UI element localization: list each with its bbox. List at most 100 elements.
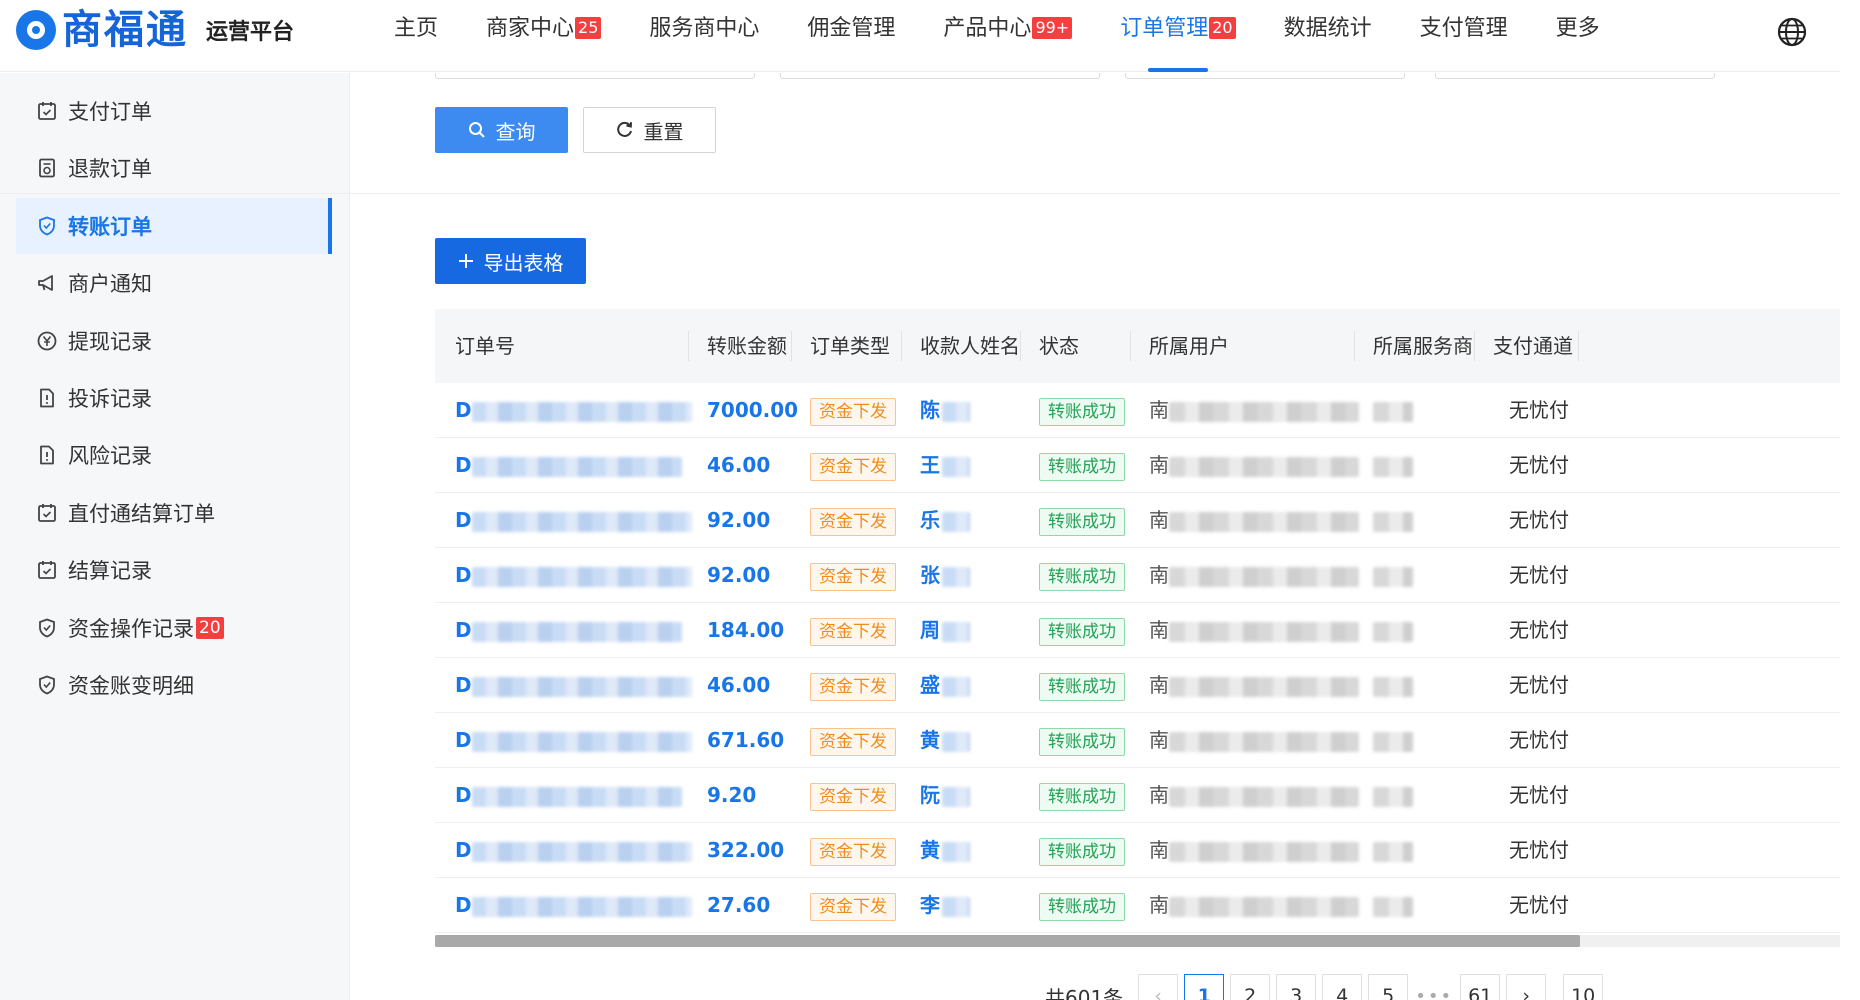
table-row[interactable]: D 46.00 资金下发盛 转账成功南 无忧付 bbox=[435, 658, 1840, 713]
nav-item-6[interactable]: 数据统计 bbox=[1260, 0, 1396, 72]
payee-name-cell: 黄 bbox=[920, 823, 970, 878]
total-count: 共601条 bbox=[1045, 985, 1124, 1000]
order-number-cell[interactable]: D bbox=[455, 768, 682, 823]
nav-item-0[interactable]: 主页 bbox=[370, 0, 462, 72]
next-page-button[interactable]: › bbox=[1506, 974, 1547, 1000]
page-button-1[interactable]: 1 bbox=[1184, 974, 1225, 1000]
table-row[interactable]: D 46.00 资金下发王 转账成功南 无忧付 bbox=[435, 438, 1840, 493]
sidebar-item-2[interactable]: 转账订单 bbox=[16, 197, 332, 254]
globe-icon[interactable] bbox=[1776, 16, 1808, 48]
order-type-tag: 资金下发 bbox=[810, 562, 896, 591]
redacted-user-name bbox=[1169, 456, 1359, 477]
page-size-select[interactable]: 10 bbox=[1563, 974, 1604, 1000]
table-row[interactable]: D 27.60 资金下发李 转账成功南 无忧付 bbox=[435, 878, 1840, 933]
payee-name-initial: 李 bbox=[920, 893, 940, 917]
scrollbar-thumb[interactable] bbox=[435, 935, 1580, 947]
payee-name-cell: 张 bbox=[920, 548, 970, 603]
nav-item-4[interactable]: 产品中心 99+ bbox=[919, 0, 1096, 72]
column-header-4: 状态 bbox=[1039, 334, 1079, 358]
table-row[interactable]: D 92.00 资金下发张 转账成功南 无忧付 bbox=[435, 548, 1840, 603]
order-number-cell[interactable]: D bbox=[455, 383, 692, 438]
nav-item-3[interactable]: 佣金管理 bbox=[783, 0, 919, 72]
sidebar-item-6[interactable]: 风险记录 bbox=[16, 427, 332, 483]
page-button-4[interactable]: 4 bbox=[1322, 974, 1363, 1000]
filter-input-1[interactable] bbox=[435, 73, 755, 79]
table-row[interactable]: D 7000.00 资金下发陈 转账成功南 无忧付 bbox=[435, 383, 1840, 438]
page-button-3[interactable]: 3 bbox=[1276, 974, 1317, 1000]
sidebar-item-3[interactable]: 商户通知 bbox=[16, 255, 332, 311]
column-divider[interactable] bbox=[1020, 331, 1021, 361]
column-divider[interactable] bbox=[901, 331, 902, 361]
order-type-cell: 资金下发 bbox=[810, 658, 896, 713]
nav-item-1[interactable]: 商家中心 25 bbox=[462, 0, 625, 72]
table-row[interactable]: D 184.00 资金下发周 转账成功南 无忧付 bbox=[435, 603, 1840, 658]
sidebar-item-4[interactable]: 提现记录 bbox=[16, 313, 332, 369]
column-header-2: 订单类型 bbox=[810, 334, 890, 358]
sidebar-item-9[interactable]: 资金操作记录 20 bbox=[16, 600, 332, 656]
nav-item-2[interactable]: 服务商中心 bbox=[625, 0, 783, 72]
payee-name-cell: 盛 bbox=[920, 658, 970, 713]
nav-item-7[interactable]: 支付管理 bbox=[1396, 0, 1532, 72]
nav-item-label: 服务商中心 bbox=[649, 16, 760, 41]
reset-button[interactable]: 重置 bbox=[583, 107, 716, 153]
table-row[interactable]: D 671.60 资金下发黄 转账成功南 无忧付 bbox=[435, 713, 1840, 768]
nav-item-label: 商家中心 bbox=[486, 16, 575, 41]
sidebar-item-5[interactable]: 投诉记录 bbox=[16, 370, 332, 426]
user-name-initial: 南 bbox=[1149, 783, 1169, 807]
service-provider-cell bbox=[1373, 438, 1413, 493]
table-row[interactable]: D 9.20 资金下发阮 转账成功南 无忧付 bbox=[435, 768, 1840, 823]
redacted-user-name bbox=[1169, 511, 1359, 532]
order-number-cell[interactable]: D bbox=[455, 603, 682, 658]
last-page-button[interactable]: 61 bbox=[1460, 974, 1501, 1000]
export-table-button[interactable]: 导出表格 bbox=[435, 238, 586, 284]
column-divider[interactable] bbox=[1474, 331, 1475, 361]
order-number-cell[interactable]: D bbox=[455, 713, 692, 768]
nav-item-5[interactable]: 订单管理 20 bbox=[1096, 0, 1259, 72]
horizontal-scrollbar[interactable] bbox=[435, 935, 1840, 947]
page-button-2[interactable]: 2 bbox=[1230, 974, 1271, 1000]
sidebar-item-1[interactable]: 退款订单 bbox=[16, 140, 332, 196]
column-divider[interactable] bbox=[1130, 331, 1131, 361]
order-type-tag: 资金下发 bbox=[810, 782, 896, 811]
calendar-icon bbox=[38, 503, 56, 522]
nav-item-badge: 20 bbox=[1209, 17, 1236, 39]
redacted-service-provider bbox=[1373, 566, 1413, 587]
redacted-service-provider bbox=[1373, 401, 1413, 422]
logo-mark-icon bbox=[16, 10, 56, 50]
page-button-5[interactable]: 5 bbox=[1368, 974, 1409, 1000]
filter-input-2[interactable] bbox=[780, 73, 1100, 79]
brand-logo[interactable]: 商福通 运营平台 bbox=[16, 8, 294, 52]
sidebar-item-7[interactable]: 直付通结算订单 bbox=[16, 485, 332, 541]
filter-input-3[interactable] bbox=[1125, 73, 1405, 79]
brand-name: 商福通 bbox=[62, 7, 188, 53]
order-number-cell[interactable]: D bbox=[455, 823, 692, 878]
sidebar-item-10[interactable]: 资金账变明细 bbox=[16, 657, 332, 713]
column-divider[interactable] bbox=[688, 331, 689, 361]
status-cell: 转账成功 bbox=[1039, 603, 1125, 658]
status-tag: 转账成功 bbox=[1039, 562, 1125, 591]
page-ellipsis[interactable]: ••• bbox=[1411, 986, 1457, 1000]
user-cell: 南 bbox=[1149, 768, 1359, 823]
column-divider[interactable] bbox=[791, 331, 792, 361]
nav-item-label: 佣金管理 bbox=[807, 16, 896, 41]
status-cell: 转账成功 bbox=[1039, 713, 1125, 768]
table-row[interactable]: D 322.00 资金下发黄 转账成功南 无忧付 bbox=[435, 823, 1840, 878]
redacted-service-provider bbox=[1373, 841, 1413, 862]
prev-page-button[interactable]: ‹ bbox=[1138, 974, 1179, 1000]
filter-input-4[interactable] bbox=[1435, 73, 1715, 79]
table-row[interactable]: D 92.00 资金下发乐 转账成功南 无忧付 bbox=[435, 493, 1840, 548]
sidebar-item-0[interactable]: 支付订单 bbox=[16, 83, 332, 139]
column-divider[interactable] bbox=[1578, 331, 1579, 361]
order-number-cell[interactable]: D bbox=[455, 878, 692, 933]
order-type-tag: 资金下发 bbox=[810, 672, 896, 701]
search-button[interactable]: 查询 bbox=[435, 107, 568, 153]
order-number-cell[interactable]: D bbox=[455, 493, 692, 548]
sidebar-item-8[interactable]: 结算记录 bbox=[16, 542, 332, 598]
order-number-cell[interactable]: D bbox=[455, 658, 692, 713]
nav-item-8[interactable]: 更多 bbox=[1532, 0, 1624, 72]
column-divider[interactable] bbox=[1354, 331, 1355, 361]
order-number-cell[interactable]: D bbox=[455, 548, 692, 603]
reset-button-label: 重置 bbox=[643, 119, 684, 144]
order-number-cell[interactable]: D bbox=[455, 438, 682, 493]
redacted-payee-name bbox=[942, 621, 970, 642]
